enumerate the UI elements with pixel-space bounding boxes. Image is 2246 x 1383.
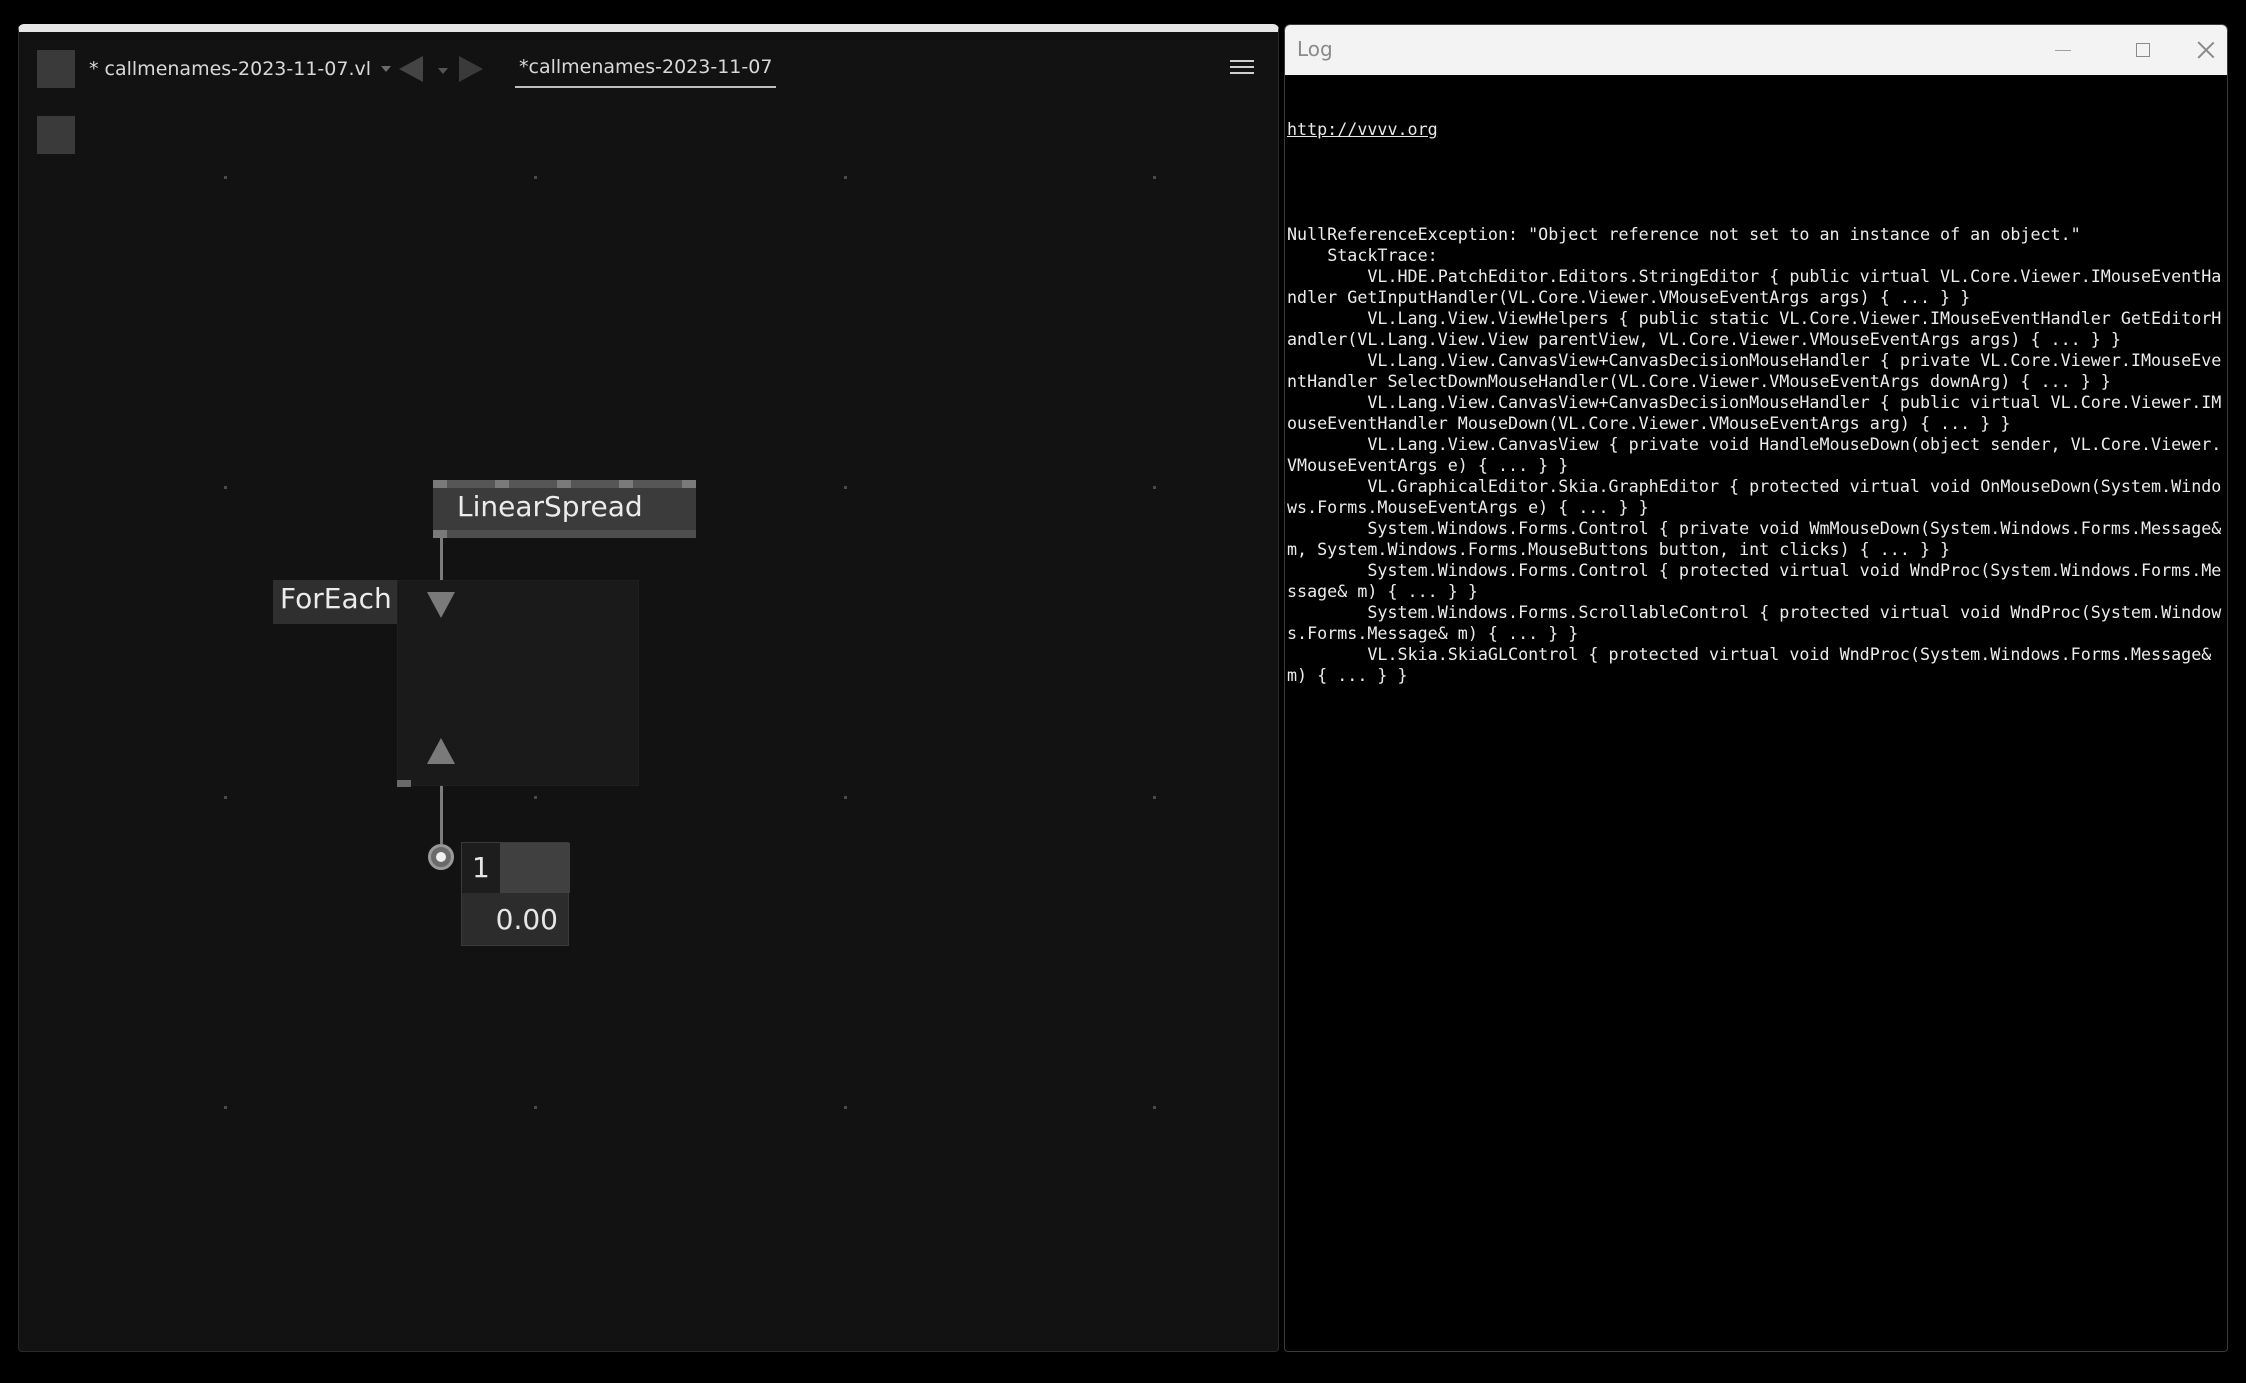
grid-dot xyxy=(224,796,227,799)
grid-dot xyxy=(844,486,847,489)
log-output[interactable]: http://vvvv.org NullReferenceException: … xyxy=(1285,75,2225,728)
minimize-button[interactable] xyxy=(2023,25,2103,75)
iobox-connector-icon[interactable] xyxy=(428,844,454,870)
foreach-node[interactable]: ForEach xyxy=(273,580,397,624)
foreach-label: ForEach xyxy=(280,582,392,615)
grid-dot xyxy=(1153,176,1156,179)
grid-dot xyxy=(844,1106,847,1109)
grid-dot xyxy=(534,176,537,179)
log-window: Log http://vvvv.org NullReferenceExcepti… xyxy=(1284,24,2228,1352)
patch-toggle-button[interactable] xyxy=(37,116,75,154)
close-button[interactable] xyxy=(2183,25,2227,75)
tab-callmenames[interactable]: *callmenames-2023-11-07 xyxy=(515,54,777,88)
iobox-count-bar xyxy=(500,843,570,893)
log-titlebar[interactable]: Log xyxy=(1285,25,2227,75)
input-pin[interactable] xyxy=(557,480,571,488)
grid-dot xyxy=(1153,796,1156,799)
iobox[interactable]: 1 0.00 xyxy=(461,842,570,946)
output-splicer[interactable] xyxy=(427,738,455,764)
forward-arrow-icon[interactable] xyxy=(459,56,483,82)
grid-dot xyxy=(224,486,227,489)
editor-toolbar: * callmenames-2023-11-07.vl *callmenames… xyxy=(19,32,1278,94)
grid-dot xyxy=(534,1106,537,1109)
iobox-count: 1 xyxy=(462,843,500,893)
linearspread-output-pins xyxy=(433,530,696,538)
grid-dot xyxy=(844,176,847,179)
grid-dot xyxy=(534,796,537,799)
input-pin[interactable] xyxy=(433,480,447,488)
grid-dot xyxy=(224,1106,227,1109)
grid-dot xyxy=(844,796,847,799)
editor-app-button[interactable] xyxy=(37,50,75,88)
hamburger-icon[interactable] xyxy=(1230,60,1254,76)
input-pin[interactable] xyxy=(682,480,696,488)
chevron-down-icon xyxy=(381,66,392,72)
linearspread-node[interactable]: LinearSpread xyxy=(433,480,696,538)
grid-dot xyxy=(224,176,227,179)
output-pin[interactable] xyxy=(433,530,447,538)
region-output-pin[interactable] xyxy=(397,780,411,787)
maximize-icon xyxy=(2136,43,2150,57)
close-icon xyxy=(2197,41,2215,59)
document-name: * callmenames-2023-11-07.vl xyxy=(89,58,372,80)
log-title: Log xyxy=(1297,37,1333,61)
patch-editor-window: * callmenames-2023-11-07.vl *callmenames… xyxy=(18,24,1279,1352)
linearspread-input-pins xyxy=(433,480,696,488)
maximize-button[interactable] xyxy=(2103,25,2183,75)
vvvv-link[interactable]: http://vvvv.org xyxy=(1287,119,2225,140)
exception-text: NullReferenceException: "Object referenc… xyxy=(1287,224,2222,685)
back-arrow-icon[interactable] xyxy=(399,56,423,82)
back-history-dropdown-icon[interactable] xyxy=(438,68,448,74)
grid-dot xyxy=(1153,1106,1156,1109)
input-pin[interactable] xyxy=(619,480,633,488)
input-splicer[interactable] xyxy=(427,592,455,618)
document-dropdown[interactable]: * callmenames-2023-11-07.vl xyxy=(89,54,392,84)
linearspread-label: LinearSpread xyxy=(457,490,643,523)
iobox-value[interactable]: 0.00 xyxy=(496,903,558,936)
grid-dot xyxy=(1153,486,1156,489)
minimize-icon xyxy=(2055,49,2071,51)
patch-canvas[interactable]: ForEach LinearSpread 1 0.00 xyxy=(19,94,1278,1351)
input-pin[interactable] xyxy=(495,480,509,488)
